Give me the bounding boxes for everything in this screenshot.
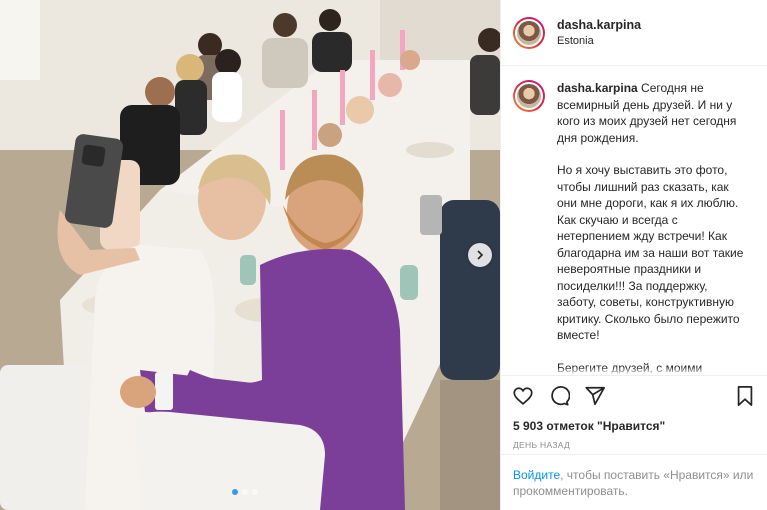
next-photo-button[interactable] [468,243,492,267]
like-button[interactable] [511,384,535,408]
party-photo [0,0,500,510]
post-side-panel: dasha.karpina Estonia dasha.karpina Сего… [500,0,767,510]
caption-paragraph-3: Берегите друзей, с моими самыми-самыми я… [557,360,703,375]
share-button[interactable] [583,384,607,408]
caption-text: dasha.karpina Сегодня не всемирный день … [557,80,747,375]
author-username[interactable]: dasha.karpina [557,17,641,33]
bookmark-icon [737,385,753,407]
post-location[interactable]: Estonia [557,33,641,49]
action-bar [501,376,767,416]
share-icon [585,386,606,406]
instagram-post: dasha.karpina Estonia dasha.karpina Сего… [0,0,767,510]
post-header: dasha.karpina Estonia [501,0,767,66]
comment-button[interactable] [547,384,571,408]
likes-count[interactable]: 5 903 отметок "Нравится" [501,416,767,436]
carousel-dot-2 [242,489,248,495]
save-button[interactable] [733,384,757,408]
chevron-right-icon [477,250,484,260]
carousel-dot-3 [252,489,258,495]
avatar[interactable] [513,16,545,49]
login-link[interactable]: Войдите [513,468,560,482]
post-footer: 5 903 отметок "Нравится" ДЕНЬ НАЗАД Войд… [501,375,767,510]
login-prompt: Войдите, чтобы поставить «Нравится» или … [501,454,767,510]
carousel-indicator [232,489,258,495]
caption-paragraph-2: Но я хочу выставить это фото, чтобы лишн… [557,163,744,342]
post-photo[interactable] [0,0,500,510]
caption-username[interactable]: dasha.karpina [557,81,638,95]
caption-area: dasha.karpina Сегодня не всемирный день … [501,66,767,375]
caption-avatar[interactable] [513,80,545,112]
carousel-dot-1 [232,489,238,495]
heart-icon [513,387,533,405]
post-date[interactable]: ДЕНЬ НАЗАД [501,436,767,454]
comment-icon [551,386,570,406]
